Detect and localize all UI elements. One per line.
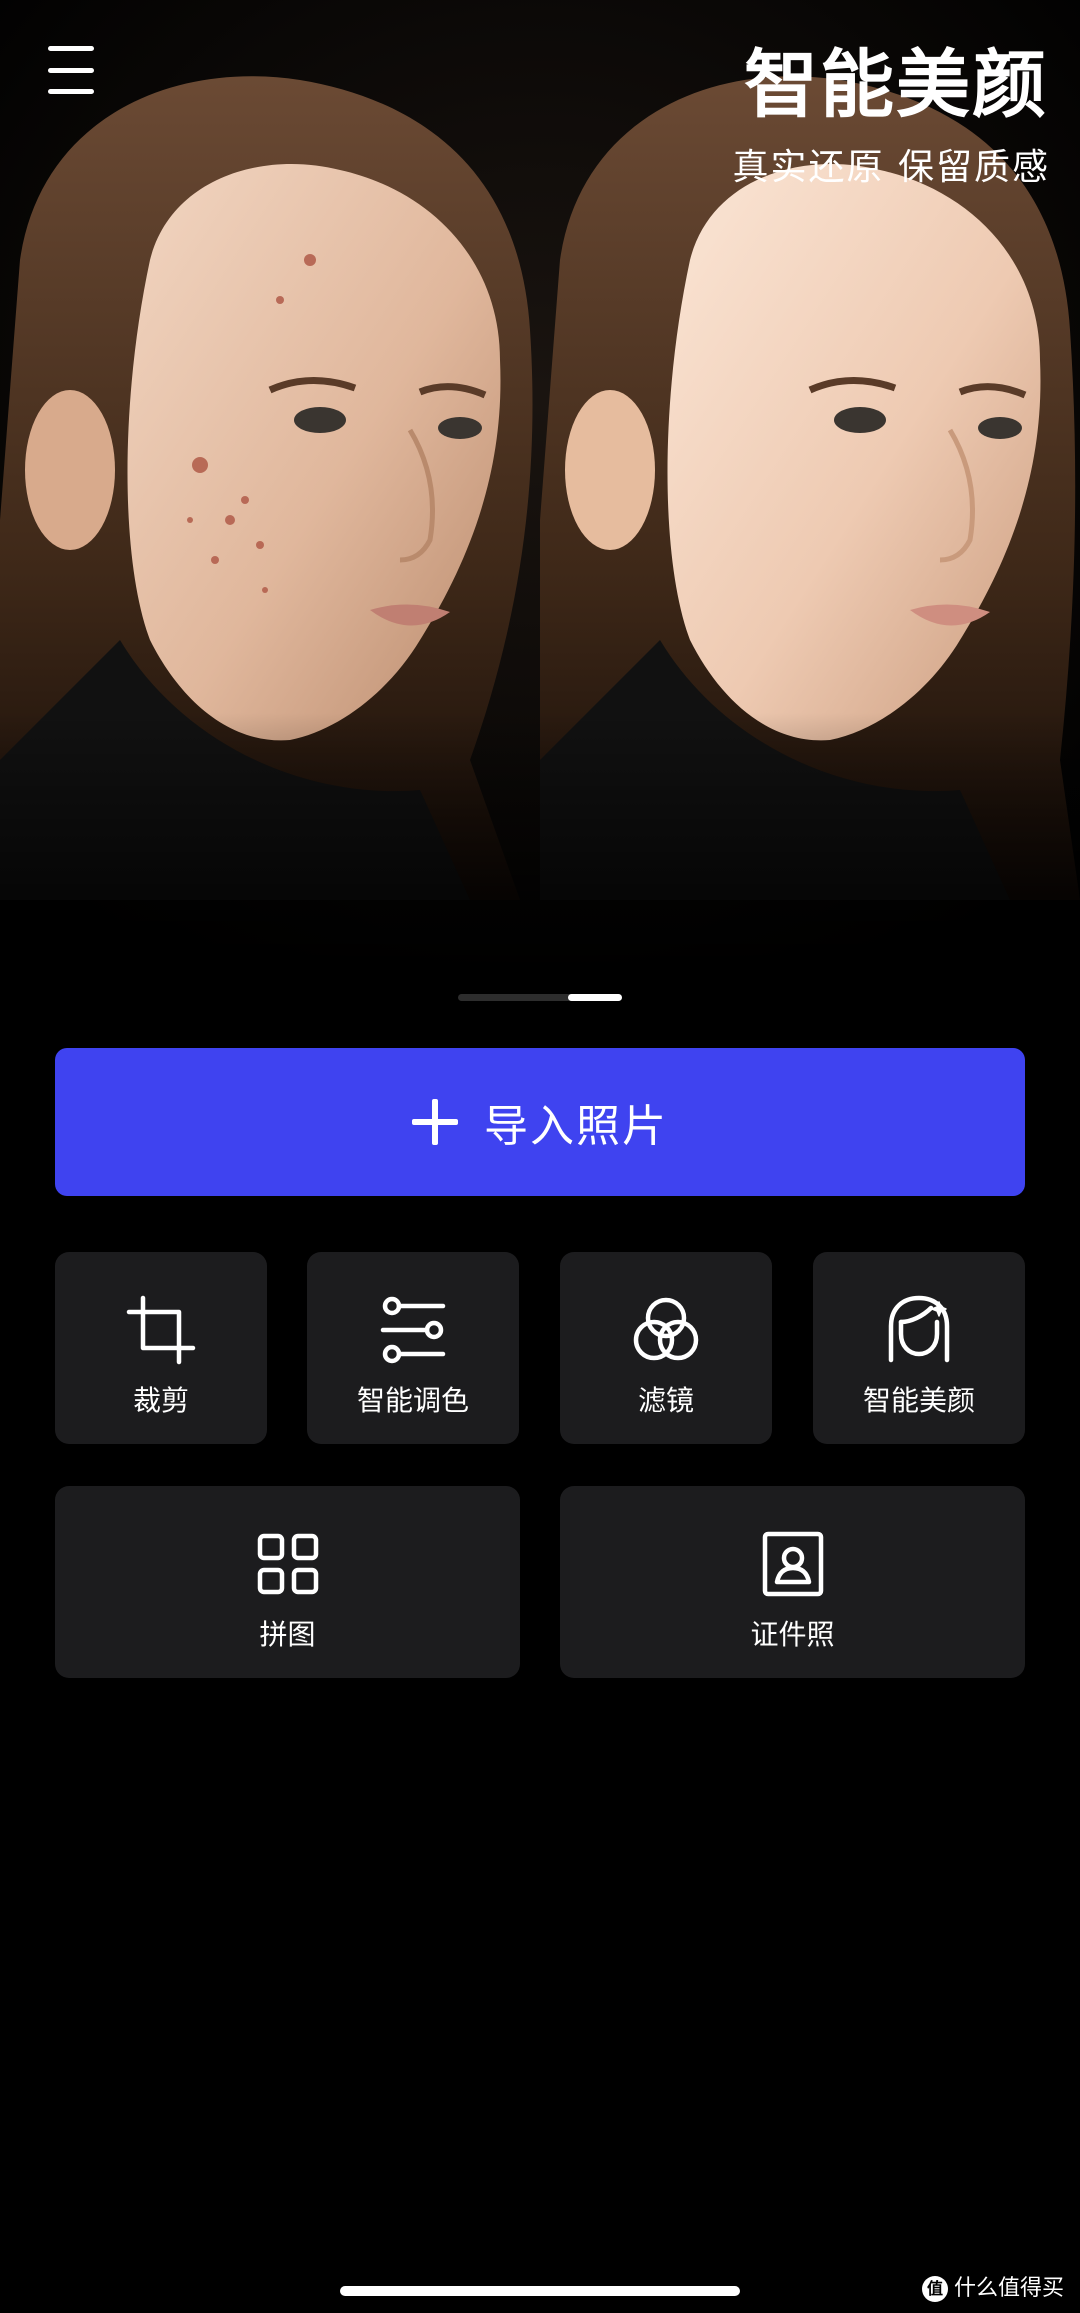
tool-smart-color[interactable]: 智能调色 (307, 1252, 519, 1444)
crop-icon (125, 1294, 197, 1366)
watermark-text: 什么值得买 (953, 2276, 1064, 2301)
watermark-logo: 值 (921, 2276, 948, 2302)
hamburger-menu-icon[interactable] (48, 44, 100, 96)
tool-filter[interactable]: 滤镜 (560, 1252, 772, 1444)
home-indicator[interactable] (340, 2286, 740, 2296)
filter-circles-icon (630, 1294, 702, 1366)
tool-collage[interactable]: 拼图 (55, 1486, 520, 1678)
beauty-face-icon (883, 1294, 955, 1366)
tool-id-photo[interactable]: 证件照 (560, 1486, 1025, 1678)
watermark: 值 什么值得买 (921, 2276, 1064, 2302)
plus-icon (412, 1099, 458, 1145)
tool-crop[interactable]: 裁剪 (55, 1252, 267, 1444)
id-photo-icon (757, 1528, 829, 1600)
import-photo-label: 导入照片 (484, 1101, 668, 1152)
collage-grid-icon (252, 1528, 324, 1600)
hero-title: 智能美颜 (744, 42, 1048, 128)
tool-label: 滤镜 (637, 1384, 694, 1417)
tool-label: 裁剪 (132, 1384, 189, 1417)
pager-active-dot (568, 994, 622, 1001)
tool-label: 拼图 (259, 1618, 316, 1651)
banner-pager[interactable] (458, 994, 622, 1001)
tool-label: 智能美颜 (862, 1384, 975, 1417)
tool-smart-beauty[interactable]: 智能美颜 (813, 1252, 1025, 1444)
tool-label: 智能调色 (356, 1384, 469, 1417)
hero-subtitle: 真实还原 保留质感 (732, 147, 1050, 188)
adjust-sliders-icon (377, 1294, 449, 1366)
import-photo-button[interactable]: 导入照片 (55, 1048, 1025, 1196)
hero-banner[interactable]: 智能美颜 真实还原 保留质感 (0, 0, 1080, 990)
tool-label: 证件照 (750, 1618, 835, 1651)
